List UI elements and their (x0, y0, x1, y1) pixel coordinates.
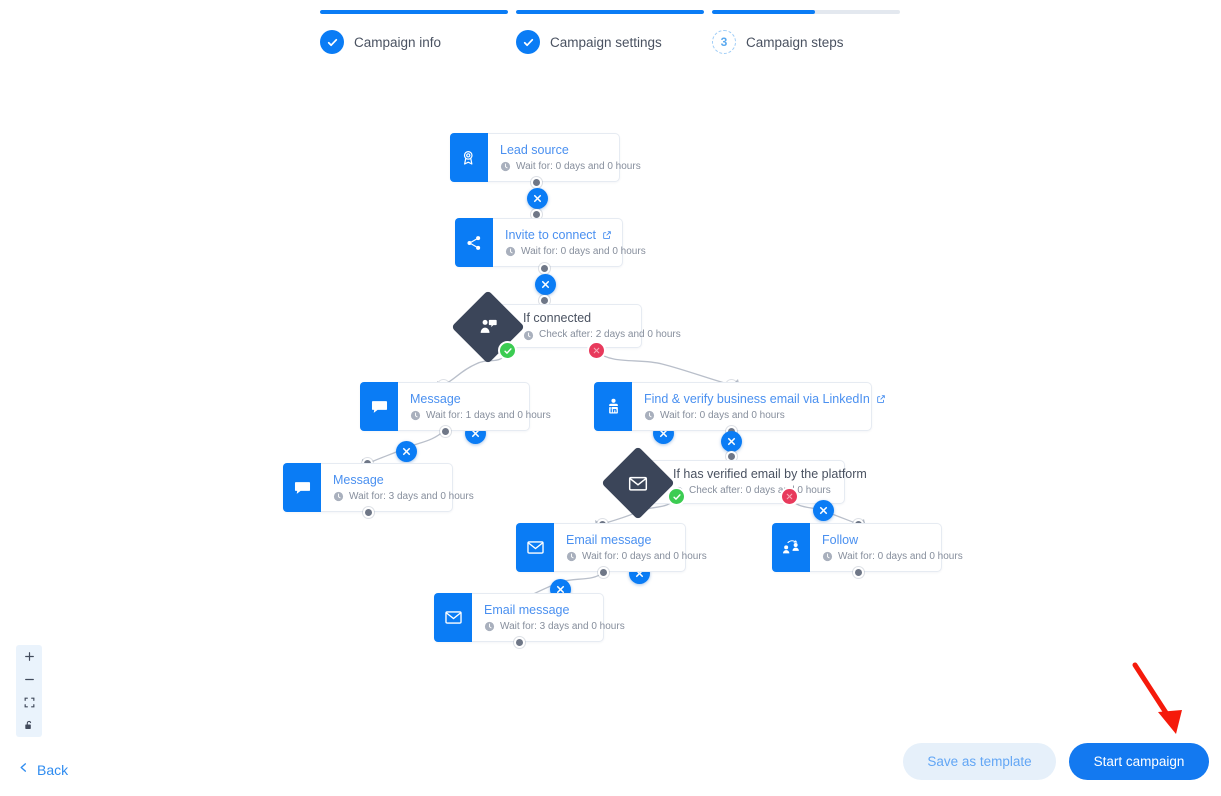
share-icon (455, 218, 493, 267)
branch-yes-if-connected[interactable] (498, 341, 517, 360)
branch-yes-if-verified[interactable] (667, 487, 686, 506)
zoom-out-icon[interactable] (16, 668, 42, 691)
flow-node-email-message-1[interactable]: Email message Wait for: 0 days and 0 hou… (516, 523, 707, 572)
clock-icon (410, 410, 421, 421)
annotation-arrow-icon (1132, 662, 1182, 734)
flow-node-title: Message (410, 391, 461, 406)
lock-icon[interactable] (16, 714, 42, 737)
add-step-button-2[interactable] (535, 274, 556, 295)
step-label-campaign-settings: Campaign settings (550, 34, 662, 50)
flow-node-find-verify-email[interactable]: Find & verify business email via LinkedI… (594, 382, 885, 431)
save-as-template-label: Save as template (927, 754, 1032, 769)
node-port-out-message-1[interactable] (440, 426, 451, 437)
badge-icon (450, 133, 488, 182)
campaign-flow-canvas[interactable]: Lead source Wait for: 0 days and 0 hours… (0, 70, 1221, 710)
node-port-out-email-message-2[interactable] (514, 637, 525, 648)
clock-icon (500, 161, 511, 172)
flow-node-follow[interactable]: Follow Wait for: 0 days and 0 hours (772, 523, 963, 572)
add-step-button-5[interactable] (396, 441, 417, 462)
node-port-out-invite-connect[interactable] (539, 263, 550, 274)
chat-icon (283, 463, 321, 512)
save-as-template-button[interactable]: Save as template (903, 743, 1056, 780)
flow-node-subtitle: Wait for: 1 days and 0 hours (410, 409, 551, 423)
node-port-out-email-message-1[interactable] (598, 567, 609, 578)
step-progress-bar-2 (516, 10, 704, 14)
follow-users-icon (772, 523, 810, 572)
flow-node-subtitle: Check after: 2 days and 0 hours (523, 328, 681, 342)
add-step-button-6[interactable] (721, 431, 742, 452)
flow-node-lead-source[interactable]: Lead source Wait for: 0 days and 0 hours (450, 133, 641, 182)
start-campaign-button[interactable]: Start campaign (1069, 743, 1209, 780)
step-campaign-info[interactable]: Campaign info (320, 10, 508, 60)
clock-icon (566, 551, 577, 562)
flow-node-email-message-2[interactable]: Email message Wait for: 3 days and 0 hou… (434, 593, 625, 642)
flow-node-subtitle: Wait for: 0 days and 0 hours (505, 245, 646, 259)
branch-no-if-connected[interactable] (587, 341, 606, 360)
flow-node-subtitle: Wait for: 0 days and 0 hours (500, 160, 641, 174)
clock-icon (644, 410, 655, 421)
add-step-button-1[interactable] (527, 188, 548, 209)
branch-no-if-verified[interactable] (780, 487, 799, 506)
flow-node-message-1[interactable]: Message Wait for: 1 days and 0 hours (360, 382, 551, 431)
step-progress-bar-1 (320, 10, 508, 14)
flow-node-title: Lead source (500, 142, 569, 157)
clock-icon (505, 246, 516, 257)
clock-icon (822, 551, 833, 562)
flow-node-subtitle: Check after: 0 days and 0 hours (673, 484, 832, 498)
flow-node-title: Find & verify business email via LinkedI… (644, 391, 885, 407)
flow-node-title: If connected (523, 311, 592, 325)
flow-node-invite-to-connect[interactable]: Invite to connect Wait for: 0 days and 0… (455, 218, 646, 267)
step-label-campaign-steps: Campaign steps (746, 34, 844, 50)
flow-node-title: Message (333, 472, 384, 487)
step-number-badge-3: 3 (712, 30, 736, 54)
flow-node-title: Email message (566, 532, 652, 547)
flow-node-if-connected[interactable]: If connected Check after: 2 days and 0 h… (451, 290, 681, 364)
flow-node-subtitle: Wait for: 3 days and 0 hours (333, 490, 474, 504)
chevron-left-icon (18, 760, 29, 780)
clock-icon (523, 330, 534, 340)
campaign-stepper: Campaign info Campaign settings 3 Campai… (320, 10, 900, 60)
flow-node-subtitle: Wait for: 3 days and 0 hours (484, 620, 625, 634)
external-link-icon[interactable] (876, 394, 886, 404)
chat-icon (360, 382, 398, 431)
external-link-icon[interactable] (602, 230, 612, 240)
node-port-out-lead-source[interactable] (531, 177, 542, 188)
add-step-button-8[interactable] (813, 500, 834, 521)
clock-icon (333, 491, 344, 502)
flow-node-subtitle: Wait for: 0 days and 0 hours (644, 409, 859, 423)
flow-node-title: Email message (484, 602, 570, 617)
flow-node-message-2[interactable]: Message Wait for: 3 days and 0 hours (283, 463, 474, 512)
linkedin-person-icon (594, 382, 632, 431)
zoom-in-icon[interactable] (16, 645, 42, 668)
back-label: Back (37, 762, 69, 778)
envelope-icon (434, 593, 472, 642)
step-campaign-steps[interactable]: 3 Campaign steps (712, 10, 900, 60)
step-campaign-settings[interactable]: Campaign settings (516, 10, 704, 60)
step-number-3: 3 (720, 35, 728, 49)
step-progress-bar-3 (712, 10, 900, 14)
step-check-icon-1 (320, 30, 344, 54)
start-campaign-label: Start campaign (1093, 754, 1185, 769)
flow-node-subtitle: Wait for: 0 days and 0 hours (822, 550, 963, 564)
clock-icon (484, 621, 495, 632)
step-check-icon-2 (516, 30, 540, 54)
canvas-zoom-toolbar[interactable] (16, 645, 42, 737)
flow-node-title: Follow (822, 532, 859, 547)
envelope-icon (516, 523, 554, 572)
node-port-out-follow[interactable] (853, 567, 864, 578)
flow-node-title: Invite to connect (505, 227, 612, 243)
node-port-out-message-2[interactable] (363, 507, 374, 518)
step-label-campaign-info: Campaign info (354, 34, 442, 50)
back-button[interactable]: Back (18, 760, 68, 780)
fit-view-icon[interactable] (16, 691, 42, 714)
flow-node-subtitle: Wait for: 0 days and 0 hours (566, 550, 707, 564)
flow-node-title: If has verified email by the platform (673, 467, 867, 481)
